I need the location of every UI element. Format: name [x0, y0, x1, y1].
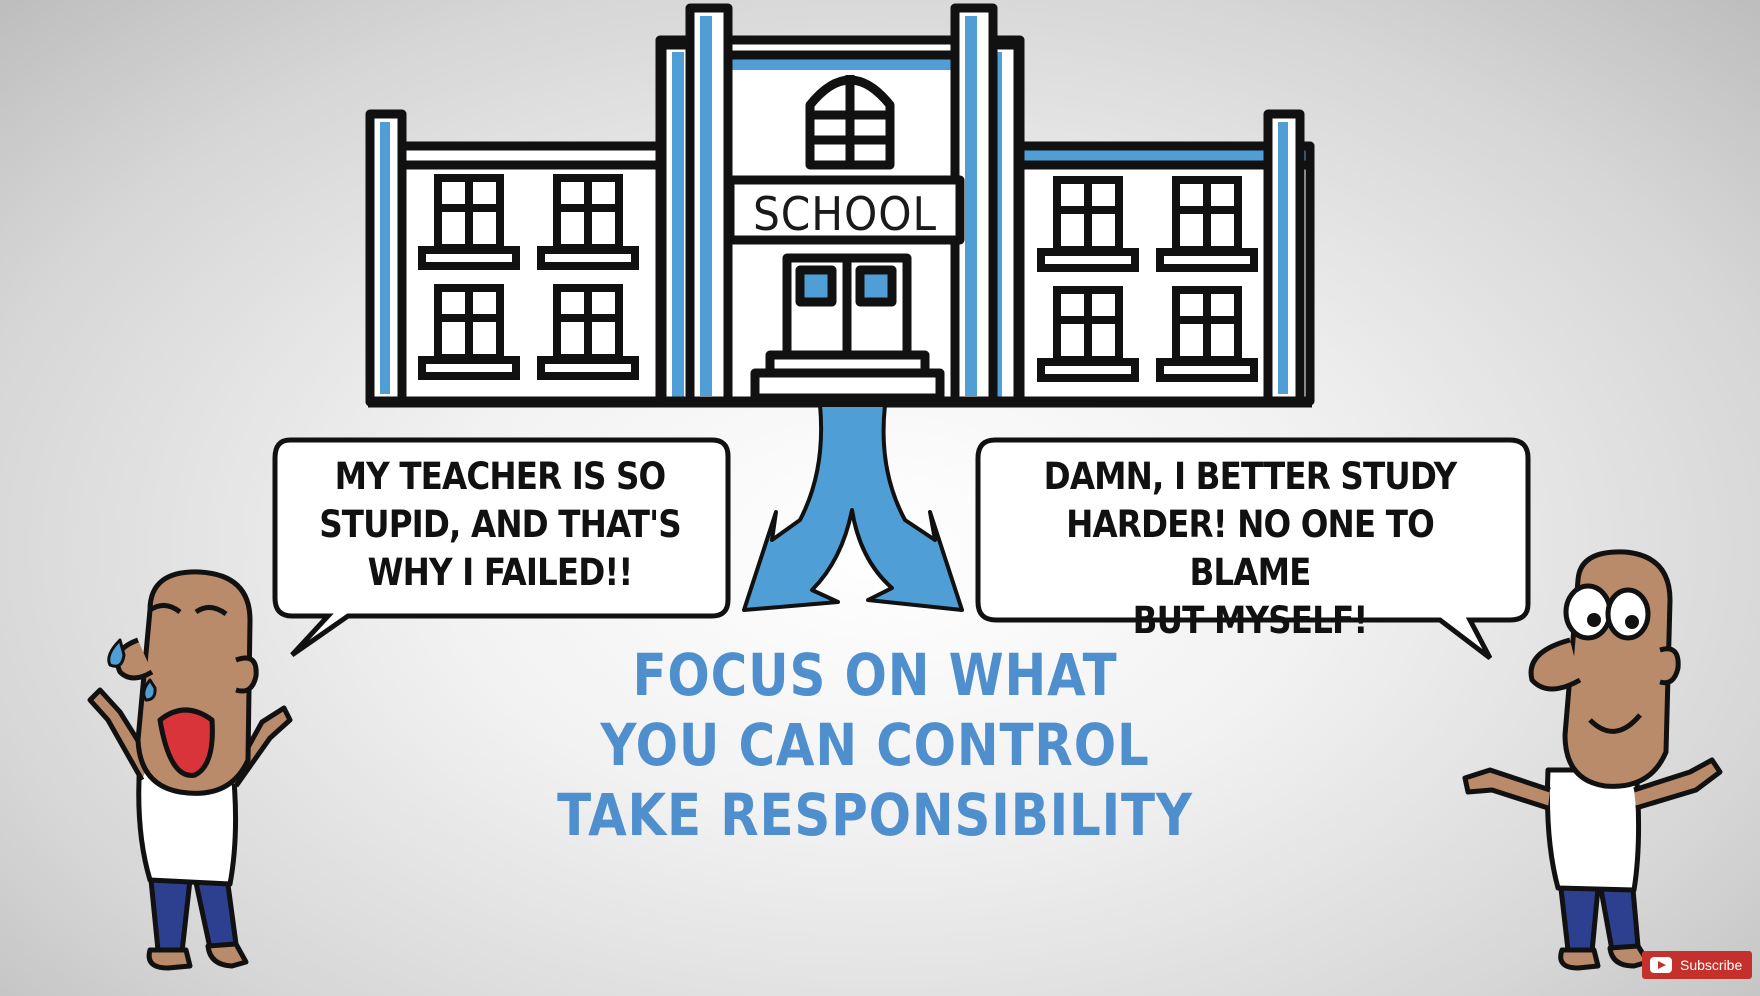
message-line: TAKE RESPONSIBILITY [557, 781, 1193, 849]
crying-character [87, 569, 293, 971]
speech-line: STUPID, AND THAT'S [319, 503, 681, 546]
subscribe-button[interactable]: Subscribe [1642, 951, 1752, 979]
split-arrow-icon [742, 403, 964, 612]
speech-line: HARDER! NO ONE TO BLAME [1066, 503, 1435, 594]
subscribe-label: Subscribe [1680, 957, 1743, 973]
video-frame: SCHOOL MY TEACHER IS SO STUPID, AND THAT… [0, 0, 1760, 996]
window [1037, 286, 1139, 382]
speech-line: MY TEACHER IS SO [334, 455, 667, 498]
window [1156, 286, 1258, 382]
youtube-play-icon [1650, 957, 1672, 973]
window [418, 284, 520, 380]
window [1156, 176, 1258, 272]
window [537, 284, 639, 380]
speech-line: BUT MYSELF! [1132, 599, 1369, 642]
speech-bubble-right-text: DAMN, I BETTER STUDY HARDER! NO ONE TO B… [1004, 453, 1497, 645]
speech-line: WHY I FAILED!! [367, 551, 634, 594]
window [1037, 176, 1139, 272]
window [537, 174, 639, 270]
lesson-message: FOCUS ON WHAT YOU CAN CONTROL TAKE RESPO… [535, 640, 1214, 850]
window [418, 174, 520, 270]
speech-line: DAMN, I BETTER STUDY [1043, 455, 1458, 498]
speech-bubble-left-text: MY TEACHER IS SO STUPID, AND THAT'S WHY … [289, 453, 711, 597]
message-line: FOCUS ON WHAT [632, 641, 1118, 709]
message-line: YOU CAN CONTROL [600, 711, 1150, 779]
school-sign: SCHOOL [753, 187, 937, 241]
